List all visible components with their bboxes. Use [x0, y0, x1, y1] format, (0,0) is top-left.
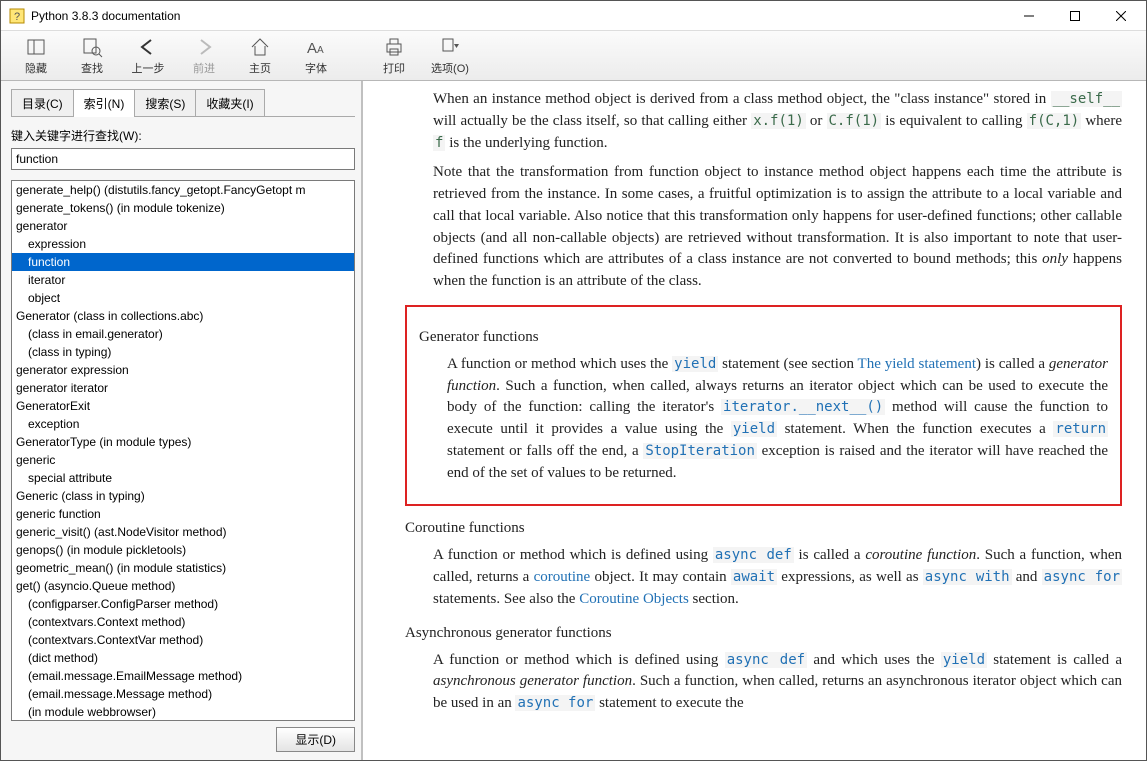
- index-item[interactable]: function: [12, 253, 354, 271]
- tab-contents[interactable]: 目录(C): [11, 89, 74, 117]
- forward-button[interactable]: 前进: [177, 33, 231, 79]
- index-item[interactable]: (configparser.ConfigParser method): [12, 595, 354, 613]
- nav-tabs: 目录(C) 索引(N) 搜索(S) 收藏夹(I): [11, 89, 355, 117]
- content-paragraph: Note that the transformation from functi…: [433, 162, 1122, 293]
- minimize-button[interactable]: [1006, 1, 1052, 31]
- hide-button[interactable]: 隐藏: [9, 33, 63, 79]
- link-coroutine-objects[interactable]: Coroutine Objects: [579, 591, 689, 607]
- font-icon: AA: [305, 36, 327, 58]
- index-item[interactable]: (class in typing): [12, 343, 354, 361]
- index-item[interactable]: expression: [12, 235, 354, 253]
- index-item[interactable]: special attribute: [12, 469, 354, 487]
- show-button[interactable]: 显示(D): [276, 727, 355, 752]
- content-paragraph: When an instance method object is derive…: [433, 89, 1122, 154]
- tab-favorites[interactable]: 收藏夹(I): [195, 89, 264, 117]
- content-paragraph: A function or method which is defined us…: [433, 545, 1122, 610]
- index-item[interactable]: Generator (class in collections.abc): [12, 307, 354, 325]
- font-button[interactable]: AA 字体: [289, 33, 343, 79]
- index-item[interactable]: exception: [12, 415, 354, 433]
- section-title-generator: Generator functions: [419, 329, 1108, 346]
- tab-index[interactable]: 索引(N): [73, 89, 136, 117]
- index-item[interactable]: generate_help() (distutils.fancy_getopt.…: [12, 181, 354, 199]
- index-item[interactable]: generic_visit() (ast.NodeVisitor method): [12, 523, 354, 541]
- index-item[interactable]: (class in email.generator): [12, 325, 354, 343]
- find-icon: [81, 36, 103, 58]
- index-listbox: generate_help() (distutils.fancy_getopt.…: [11, 180, 355, 721]
- index-item[interactable]: (contextvars.Context method): [12, 613, 354, 631]
- print-icon: [383, 36, 405, 58]
- index-item[interactable]: iterator: [12, 271, 354, 289]
- link-yield-statement[interactable]: The yield statement: [858, 356, 976, 372]
- back-button[interactable]: 上一步: [121, 33, 175, 79]
- options-icon: [439, 36, 461, 58]
- hide-icon: [25, 36, 47, 58]
- home-icon: [249, 36, 271, 58]
- content-paragraph: A function or method which is defined us…: [433, 650, 1122, 715]
- index-item[interactable]: GeneratorType (in module types): [12, 433, 354, 451]
- index-search-label: 键入关键字进行查找(W):: [11, 127, 355, 144]
- print-button[interactable]: 打印: [367, 33, 421, 79]
- maximize-button[interactable]: [1052, 1, 1098, 31]
- index-item[interactable]: (in module webbrowser): [12, 703, 354, 720]
- options-button[interactable]: 选项(O): [423, 33, 477, 79]
- index-item[interactable]: generator: [12, 217, 354, 235]
- link-coroutine[interactable]: coroutine: [534, 569, 591, 585]
- index-item[interactable]: generate_tokens() (in module tokenize): [12, 199, 354, 217]
- index-item[interactable]: GeneratorExit: [12, 397, 354, 415]
- svg-text:?: ?: [14, 11, 20, 23]
- svg-text:A: A: [317, 45, 324, 56]
- tab-search[interactable]: 搜索(S): [134, 89, 196, 117]
- index-item[interactable]: generator iterator: [12, 379, 354, 397]
- code-self: __self__: [1051, 91, 1122, 107]
- index-item[interactable]: object: [12, 289, 354, 307]
- index-list[interactable]: generate_help() (distutils.fancy_getopt.…: [12, 181, 354, 720]
- svg-text:A: A: [307, 40, 317, 57]
- titlebar: ? Python 3.8.3 documentation: [1, 1, 1146, 31]
- toolbar: 隐藏 查找 上一步 前进 主页 AA 字体 打印 选项(O): [1, 31, 1146, 81]
- nav-pane: 目录(C) 索引(N) 搜索(S) 收藏夹(I) 键入关键字进行查找(W): g…: [1, 81, 363, 760]
- index-item[interactable]: (email.message.Message method): [12, 685, 354, 703]
- index-item[interactable]: genops() (in module pickletools): [12, 541, 354, 559]
- find-button[interactable]: 查找: [65, 33, 119, 79]
- index-item[interactable]: Generic (class in typing): [12, 487, 354, 505]
- index-item[interactable]: (email.message.EmailMessage method): [12, 667, 354, 685]
- index-item[interactable]: get() (asyncio.Queue method): [12, 577, 354, 595]
- index-item[interactable]: geometric_mean() (in module statistics): [12, 559, 354, 577]
- forward-arrow-icon: [193, 36, 215, 58]
- index-item[interactable]: generic function: [12, 505, 354, 523]
- highlighted-section: Generator functions A function or method…: [405, 305, 1122, 507]
- app-window: ? Python 3.8.3 documentation 隐藏 查找 上一步 前…: [0, 0, 1147, 761]
- close-button[interactable]: [1098, 1, 1144, 31]
- index-search-input[interactable]: [11, 148, 355, 170]
- main-split: 目录(C) 索引(N) 搜索(S) 收藏夹(I) 键入关键字进行查找(W): g…: [1, 81, 1146, 760]
- help-app-icon: ?: [9, 8, 25, 24]
- index-item[interactable]: (dict method): [12, 649, 354, 667]
- section-title-async-gen: Asynchronous generator functions: [405, 625, 1122, 642]
- index-item[interactable]: generator expression: [12, 361, 354, 379]
- home-button[interactable]: 主页: [233, 33, 287, 79]
- window-title: Python 3.8.3 documentation: [31, 9, 1006, 23]
- index-item[interactable]: generic: [12, 451, 354, 469]
- index-item[interactable]: (contextvars.ContextVar method): [12, 631, 354, 649]
- content-paragraph: A function or method which uses the yiel…: [447, 354, 1108, 485]
- content-pane[interactable]: When an instance method object is derive…: [363, 81, 1146, 760]
- back-arrow-icon: [137, 36, 159, 58]
- section-title-coroutine: Coroutine functions: [405, 520, 1122, 537]
